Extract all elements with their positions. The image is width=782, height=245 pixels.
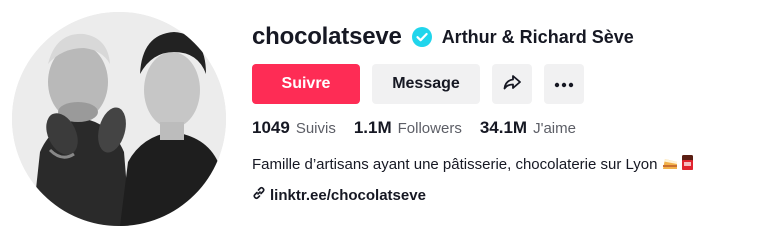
message-button[interactable]: Message xyxy=(372,64,480,104)
more-dots-icon xyxy=(554,75,574,93)
follow-button[interactable]: Suivre xyxy=(252,64,360,104)
likes-count: 34.1M xyxy=(479,118,528,137)
more-options-button[interactable] xyxy=(544,64,584,104)
bio-text: Famille d’artisans ayant une pâtisserie,… xyxy=(252,155,658,173)
share-button[interactable] xyxy=(492,64,532,104)
link-text[interactable]: linktr.ee/chocolatseve xyxy=(270,187,426,204)
followers-stat[interactable]: 1.1M Followers xyxy=(354,118,462,138)
profile-link[interactable]: linktr.ee/chocolatseve xyxy=(252,186,426,204)
share-arrow-icon xyxy=(502,72,522,97)
verified-badge-icon xyxy=(411,27,432,47)
bio: Famille d’artisans ayant une pâtisserie,… xyxy=(252,153,697,175)
following-count: 1049 xyxy=(252,118,290,137)
action-buttons: Suivre Message xyxy=(252,64,584,104)
followers-count: 1.1M xyxy=(353,118,392,137)
username: chocolatseve xyxy=(252,23,402,50)
profile-stats: 1049 Suivis 1.1M Followers 34.1M J'aime xyxy=(252,118,594,138)
following-label: Suivis xyxy=(295,120,336,137)
likes-label: J'aime xyxy=(533,120,576,137)
avatar-photo xyxy=(12,12,226,226)
nickname: Arthur & Richard Sève xyxy=(441,26,634,47)
profile-avatar[interactable] xyxy=(12,12,226,226)
link-icon xyxy=(252,186,270,204)
cake-and-chocolate-emoji xyxy=(661,153,697,175)
followers-label: Followers xyxy=(397,120,462,137)
name-row: chocolatseve Arthur & Richard Sève xyxy=(252,20,634,54)
following-stat[interactable]: 1049 Suivis xyxy=(252,118,336,138)
likes-stat: 34.1M J'aime xyxy=(480,118,576,138)
